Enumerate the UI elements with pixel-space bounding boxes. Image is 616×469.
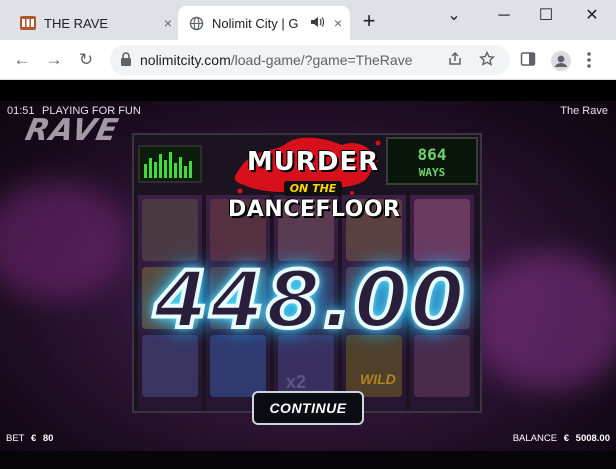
bet-currency: €: [30, 433, 37, 444]
tab-nolimit-city[interactable]: Nolimit City | G ×: [178, 6, 350, 40]
tab-title: THE RAVE: [44, 15, 109, 31]
forward-button[interactable]: →: [44, 50, 64, 70]
globe-icon: [188, 15, 204, 31]
feature-title-line3: DANCEFLOOR: [228, 197, 401, 222]
feature-title-line2: ON THE: [283, 181, 343, 196]
url-host: nolimitcity.com: [140, 52, 231, 68]
tab-title: Nolimit City | G: [212, 15, 299, 31]
balance-currency: €: [563, 433, 570, 444]
browser-toolbar: ← → ↻ nolimitcity.com/load-game/?game=Th…: [0, 40, 616, 80]
background-light: [0, 181, 130, 301]
game-canvas[interactable]: 01:51 PLAYING FOR FUN The Rave RAVE 864 …: [0, 101, 616, 451]
new-tab-button[interactable]: +: [358, 10, 380, 32]
bookmark-star-icon[interactable]: [478, 50, 496, 69]
continue-button[interactable]: CONTINUE: [252, 391, 364, 425]
feature-title: MURDER ON THE DANCEFLOOR: [228, 147, 401, 222]
bet-display[interactable]: BET € 80: [6, 433, 53, 444]
profile-avatar-icon[interactable]: [551, 51, 571, 71]
tab-search-chevron-icon[interactable]: ⌄: [440, 4, 468, 28]
reload-button[interactable]: ↻: [76, 50, 96, 70]
tab-close-icon[interactable]: ×: [160, 15, 176, 31]
maximize-button[interactable]: ☐: [532, 4, 560, 28]
game-name: The Rave: [560, 105, 608, 117]
balance-label: BALANCE: [512, 433, 558, 444]
browser-tab-bar: THE RAVE × Nolimit City | G × + ⌄ ─ ☐ ✕: [0, 0, 616, 40]
game-bottom-bar: [0, 451, 616, 469]
bet-label: BET: [6, 433, 25, 444]
share-icon[interactable]: [446, 51, 464, 69]
tab-close-icon[interactable]: ×: [330, 15, 346, 31]
address-bar[interactable]: nolimitcity.com/load-game/?game=TheRave: [110, 45, 510, 75]
feature-title-line1: MURDER: [246, 147, 380, 177]
side-panel-icon[interactable]: [520, 51, 538, 69]
balance-value: 5008.00: [575, 433, 610, 444]
slot-favicon-icon: [20, 15, 36, 31]
ways-counter: 864 WAYS: [386, 137, 478, 185]
rave-logo: RAVE: [22, 113, 122, 148]
ways-count: 864: [417, 145, 447, 164]
wild-label: WILD: [360, 371, 396, 387]
back-button[interactable]: ←: [12, 50, 32, 70]
multiplier-label: x2: [286, 372, 307, 392]
kebab-menu-icon[interactable]: [586, 51, 604, 69]
url-path: /load-game/?game=TheRave: [230, 52, 413, 68]
url-text: nolimitcity.com/load-game/?game=TheRave: [140, 52, 413, 68]
symbol-spray-can: [142, 199, 198, 261]
speaker-icon[interactable]: [310, 16, 325, 31]
tab-the-rave[interactable]: THE RAVE ×: [8, 6, 178, 40]
bet-value: 80: [42, 433, 54, 444]
lock-icon[interactable]: [120, 52, 132, 72]
balance-display: BALANCE € 5008.00: [513, 433, 610, 444]
minimize-button[interactable]: ─: [490, 4, 518, 28]
win-amount: 448.00: [152, 254, 467, 348]
symbol-character: [414, 199, 470, 261]
ways-label: WAYS: [418, 166, 446, 179]
close-window-button[interactable]: ✕: [578, 4, 606, 28]
game-stage: 01:51 PLAYING FOR FUN The Rave RAVE 864 …: [0, 81, 616, 469]
equalizer-display: [138, 145, 202, 183]
